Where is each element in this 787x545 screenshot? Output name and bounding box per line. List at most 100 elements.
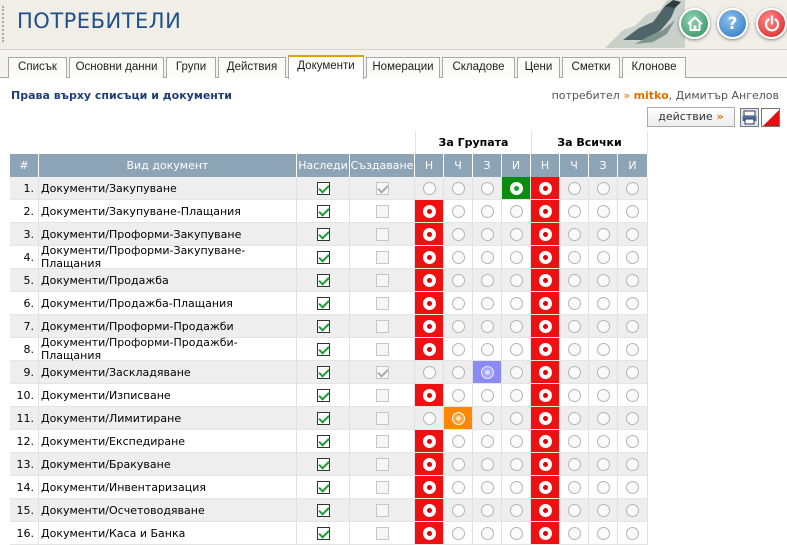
group-perm-radio-i[interactable]	[509, 457, 523, 471]
logout-button[interactable]	[756, 8, 787, 39]
group-perm-radio-n[interactable]	[422, 503, 436, 517]
group-perm-radio-n[interactable]	[422, 388, 436, 402]
group-perm-radio-i[interactable]	[509, 204, 523, 218]
all-perm-radio-i[interactable]	[626, 526, 639, 540]
tab-warehouses[interactable]: Складове	[442, 57, 515, 78]
all-perm-radio-z[interactable]	[596, 204, 610, 218]
all-perm-radio-z[interactable]	[596, 434, 610, 448]
all-perm-radio-ch[interactable]	[567, 227, 581, 241]
all-perm-radio-n[interactable]	[538, 227, 552, 241]
group-perm-radio-i[interactable]	[509, 480, 523, 494]
all-perm-radio-ch[interactable]	[567, 342, 581, 356]
group-perm-radio-z[interactable]	[480, 273, 494, 287]
group-perm-radio-z[interactable]	[480, 457, 494, 471]
inherit-checkbox[interactable]	[316, 342, 330, 356]
tab-branches[interactable]: Клонове	[622, 57, 686, 78]
all-perm-radio-n[interactable]	[538, 526, 552, 540]
group-perm-radio-z[interactable]	[480, 319, 494, 333]
group-perm-radio-ch[interactable]	[451, 388, 465, 402]
home-button[interactable]	[679, 8, 710, 39]
all-perm-radio-z[interactable]	[596, 411, 610, 425]
all-perm-radio-i[interactable]	[626, 503, 639, 517]
group-perm-radio-z[interactable]	[480, 342, 494, 356]
all-perm-radio-n[interactable]	[538, 388, 552, 402]
group-perm-radio-ch[interactable]	[451, 434, 465, 448]
group-perm-radio-n[interactable]	[422, 526, 436, 540]
group-perm-radio-ch[interactable]	[451, 319, 465, 333]
tab-actions[interactable]: Действия	[218, 57, 286, 78]
group-perm-radio-i[interactable]	[509, 227, 523, 241]
group-perm-radio-ch[interactable]	[451, 273, 465, 287]
group-perm-radio-z[interactable]	[480, 181, 494, 195]
inherit-checkbox[interactable]	[316, 365, 330, 379]
group-perm-radio-n[interactable]	[422, 181, 436, 195]
all-perm-radio-i[interactable]	[626, 273, 639, 287]
inherit-checkbox[interactable]	[316, 319, 330, 333]
all-perm-radio-z[interactable]	[596, 319, 610, 333]
inherit-checkbox[interactable]	[316, 526, 330, 540]
tab-groups[interactable]: Групи	[166, 57, 216, 78]
group-perm-radio-z[interactable]	[480, 503, 494, 517]
all-perm-radio-ch[interactable]	[567, 480, 581, 494]
group-perm-radio-i[interactable]	[509, 250, 523, 264]
group-perm-radio-i[interactable]	[509, 411, 523, 425]
all-perm-radio-z[interactable]	[596, 342, 610, 356]
all-perm-radio-i[interactable]	[626, 480, 639, 494]
tab-basic-data[interactable]: Основни данни	[69, 57, 164, 78]
group-perm-radio-ch[interactable]	[451, 411, 465, 425]
all-perm-radio-ch[interactable]	[567, 250, 581, 264]
help-button[interactable]: ?	[717, 8, 748, 39]
inherit-checkbox[interactable]	[316, 250, 330, 264]
all-perm-radio-n[interactable]	[538, 181, 552, 195]
all-perm-radio-n[interactable]	[538, 365, 552, 379]
group-perm-radio-n[interactable]	[422, 342, 436, 356]
all-perm-radio-ch[interactable]	[567, 411, 581, 425]
group-perm-radio-ch[interactable]	[451, 526, 465, 540]
inherit-checkbox[interactable]	[316, 411, 330, 425]
group-perm-radio-z[interactable]	[480, 480, 494, 494]
action-button[interactable]: действие»	[647, 107, 735, 127]
all-perm-radio-ch[interactable]	[567, 204, 581, 218]
inherit-checkbox[interactable]	[316, 457, 330, 471]
inherit-checkbox[interactable]	[316, 181, 330, 195]
group-perm-radio-i[interactable]	[509, 503, 523, 517]
all-perm-radio-i[interactable]	[626, 457, 639, 471]
group-perm-radio-n[interactable]	[422, 250, 436, 264]
all-perm-radio-i[interactable]	[626, 319, 639, 333]
tab-list[interactable]: Списък	[8, 57, 67, 78]
all-perm-radio-ch[interactable]	[567, 503, 581, 517]
all-perm-radio-z[interactable]	[596, 181, 610, 195]
all-perm-radio-z[interactable]	[596, 273, 610, 287]
group-perm-radio-ch[interactable]	[451, 250, 465, 264]
group-perm-radio-z[interactable]	[480, 434, 494, 448]
group-perm-radio-i[interactable]	[509, 434, 523, 448]
all-perm-radio-ch[interactable]	[567, 388, 581, 402]
all-perm-radio-z[interactable]	[596, 250, 610, 264]
inherit-checkbox[interactable]	[316, 204, 330, 218]
inherit-checkbox[interactable]	[316, 434, 330, 448]
all-perm-radio-i[interactable]	[626, 388, 639, 402]
group-perm-radio-n[interactable]	[422, 319, 436, 333]
user-name[interactable]: mitko	[634, 89, 669, 102]
all-perm-radio-i[interactable]	[626, 250, 639, 264]
group-perm-radio-ch[interactable]	[451, 227, 465, 241]
group-perm-radio-i[interactable]	[509, 365, 523, 379]
all-perm-radio-n[interactable]	[538, 411, 552, 425]
all-perm-radio-z[interactable]	[596, 388, 610, 402]
all-perm-radio-i[interactable]	[626, 342, 639, 356]
all-perm-radio-n[interactable]	[538, 296, 552, 310]
group-perm-radio-z[interactable]	[480, 526, 494, 540]
all-perm-radio-z[interactable]	[596, 503, 610, 517]
all-perm-radio-i[interactable]	[626, 181, 639, 195]
group-perm-radio-i[interactable]	[509, 319, 523, 333]
all-perm-radio-z[interactable]	[596, 365, 610, 379]
all-perm-radio-ch[interactable]	[567, 273, 581, 287]
all-perm-radio-ch[interactable]	[567, 296, 581, 310]
all-perm-radio-z[interactable]	[596, 526, 610, 540]
all-perm-radio-ch[interactable]	[567, 457, 581, 471]
group-perm-radio-n[interactable]	[422, 227, 436, 241]
group-perm-radio-ch[interactable]	[451, 296, 465, 310]
group-perm-radio-z[interactable]	[480, 296, 494, 310]
group-perm-radio-z[interactable]	[480, 388, 494, 402]
all-perm-radio-ch[interactable]	[567, 526, 581, 540]
